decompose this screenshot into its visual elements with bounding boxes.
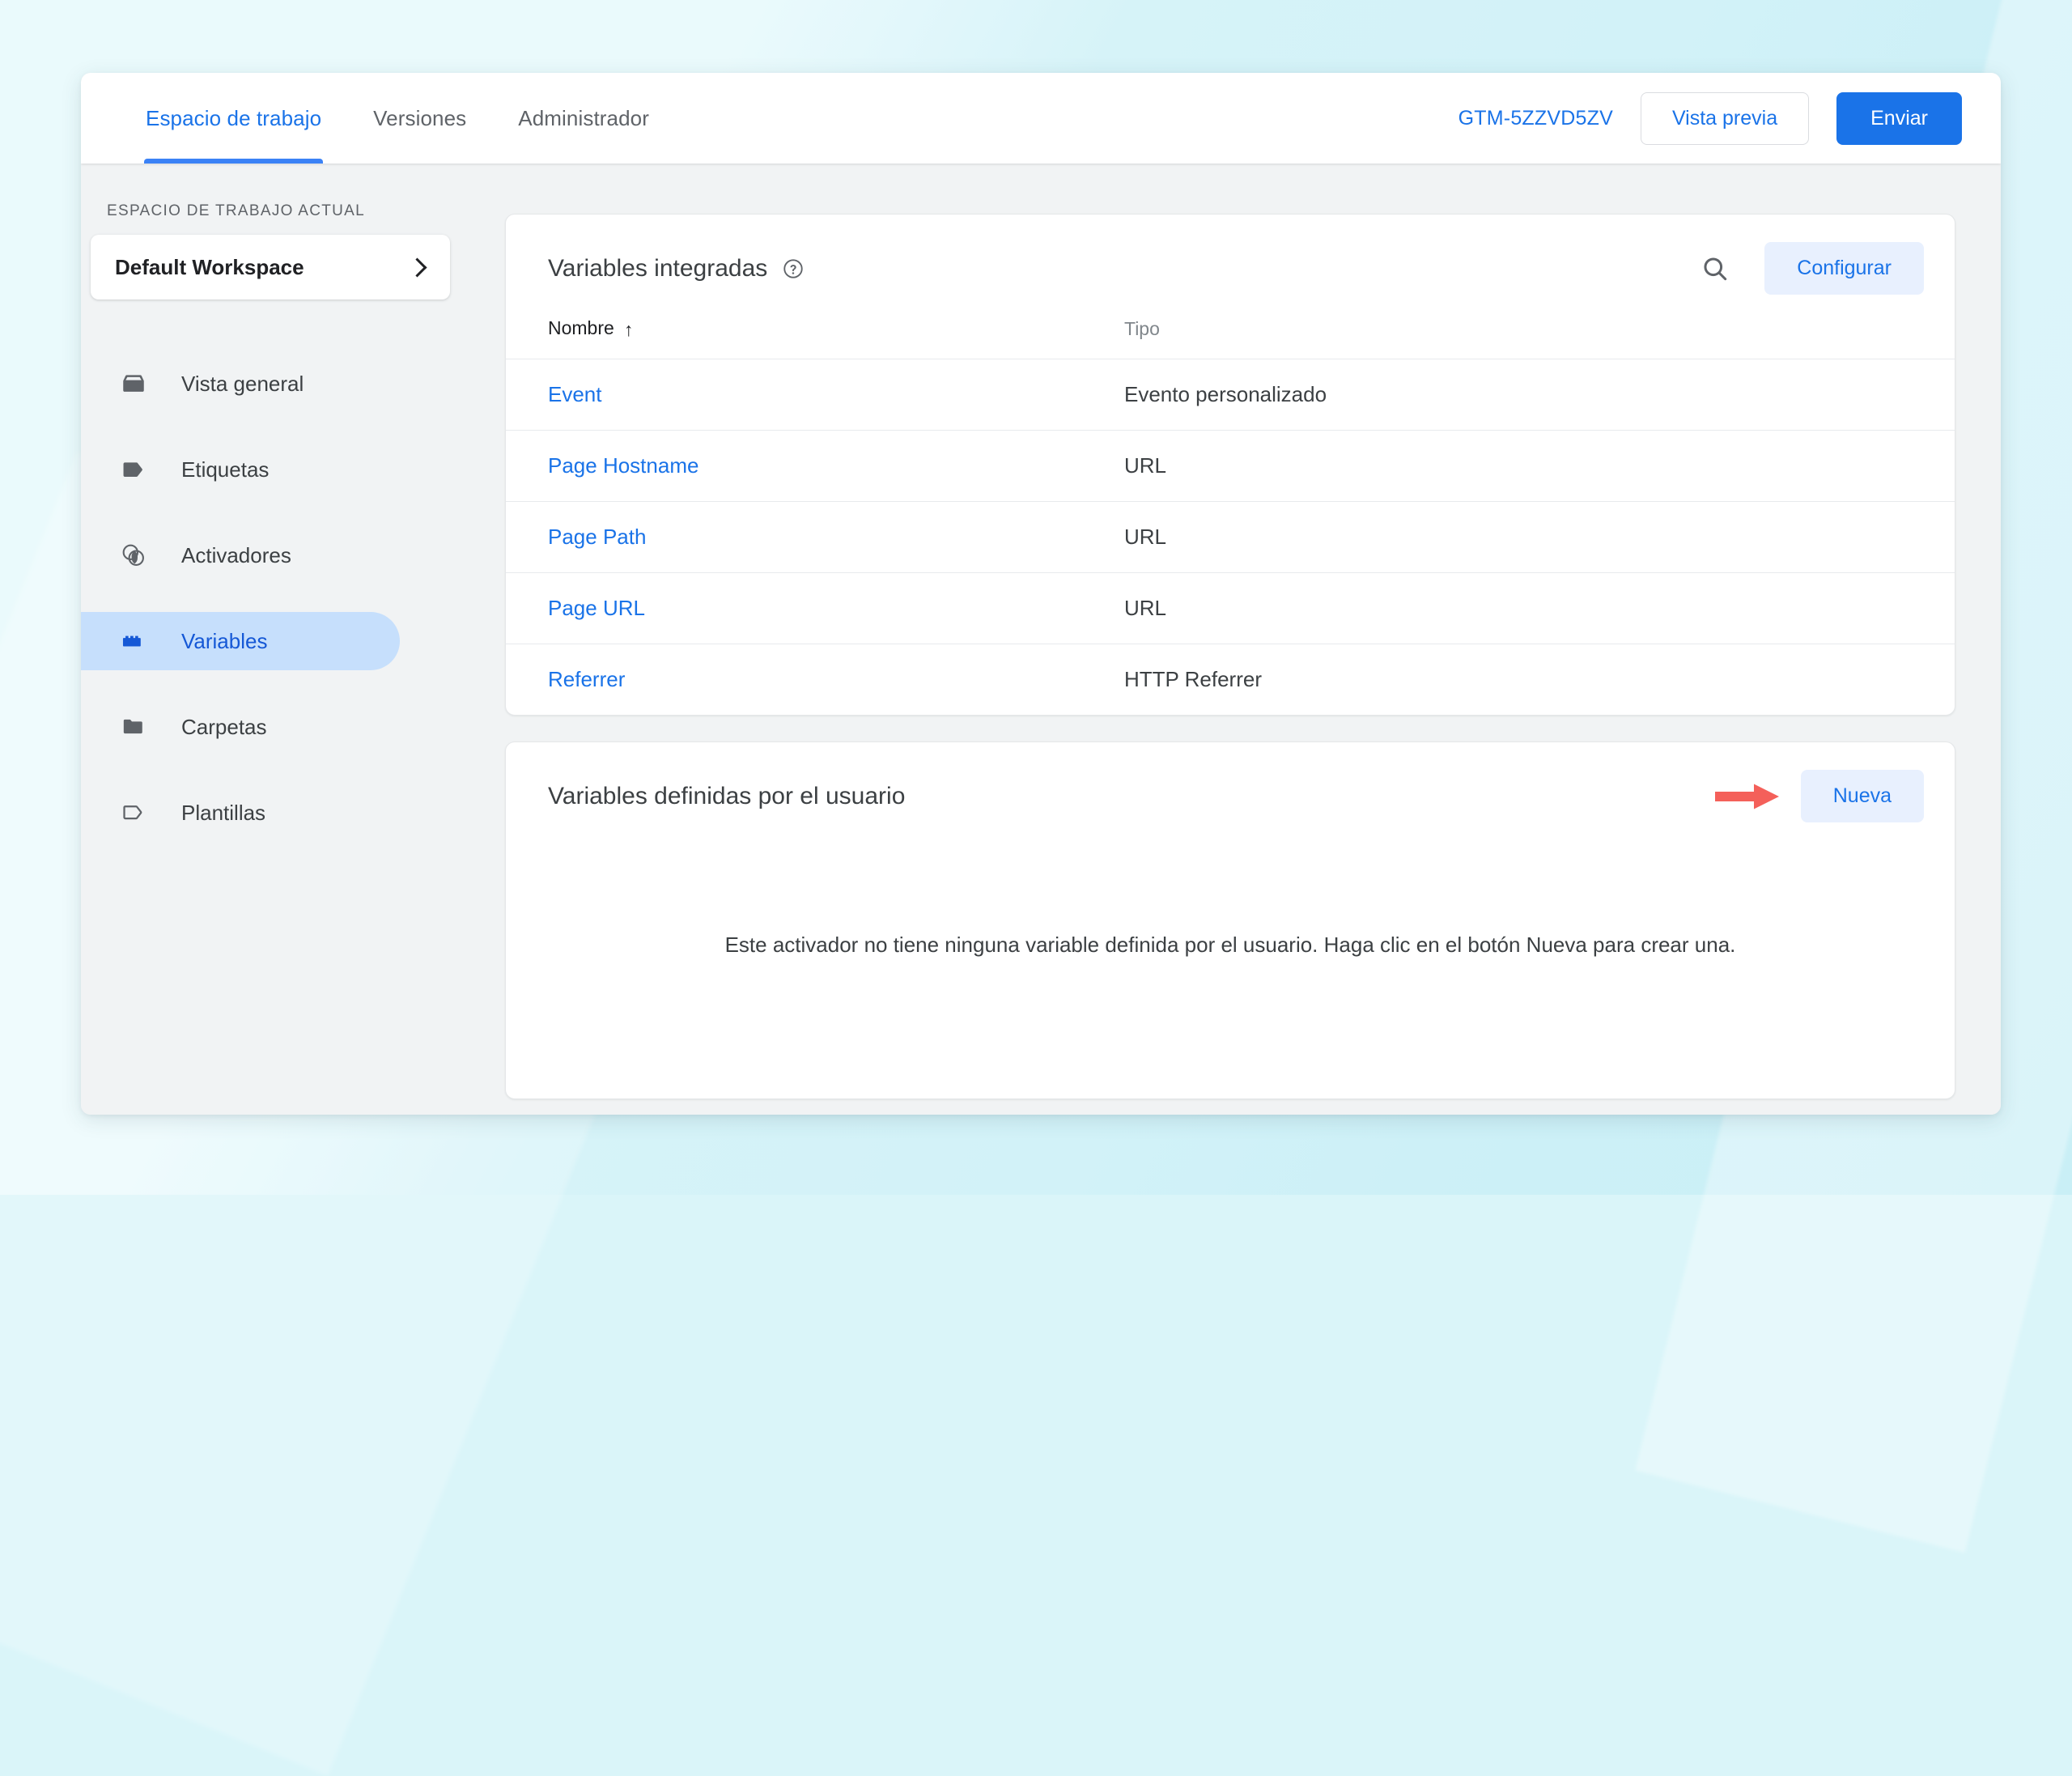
tab-bar: Espacio de trabajo Versiones Administrad…	[81, 73, 675, 164]
template-tag-outline-icon	[120, 799, 147, 826]
variable-link[interactable]: Page Hostname	[548, 453, 698, 478]
variable-type-cell: URL	[1082, 572, 1955, 644]
sidebar-item-variables[interactable]: Variables	[81, 612, 400, 670]
workspace-name: Default Workspace	[115, 254, 304, 279]
chevron-right-icon	[407, 257, 427, 278]
container-id-link[interactable]: GTM-5ZZVD5ZV	[1458, 107, 1613, 130]
sidebar-item-label: Etiquetas	[181, 457, 270, 482]
app-window: Espacio de trabajo Versiones Administrad…	[81, 73, 2001, 1115]
variable-link[interactable]: Referrer	[548, 667, 625, 691]
red-right-arrow-icon	[1714, 780, 1780, 814]
current-workspace-label: ESPACIO DE TRABAJO ACTUAL	[107, 202, 365, 219]
builtin-card-title: Variables integradas	[548, 254, 768, 282]
variable-name-cell: Referrer	[506, 644, 1082, 715]
help-circle-icon[interactable]	[782, 257, 805, 280]
table-body: Event Evento personalizado Page Hostname…	[506, 359, 1955, 715]
top-bar: Espacio de trabajo Versiones Administrad…	[81, 73, 2001, 164]
builtin-variables-card: Variables integradas Configurar Nombre ↑…	[505, 214, 1955, 716]
variable-name-cell: Page Path	[506, 501, 1082, 573]
empty-state-message: Este activador no tiene ninguna variable…	[724, 933, 1736, 957]
user-card-title: Variables definidas por el usuario	[548, 782, 906, 809]
tab-espacio-de-trabajo[interactable]: Espacio de trabajo	[120, 73, 347, 164]
builtin-variables-table: Nombre ↑ Tipo Event Evento personalizado …	[506, 317, 1955, 715]
column-header-nombre[interactable]: Nombre ↑	[506, 317, 1082, 359]
variable-type-cell: HTTP Referrer	[1082, 644, 1955, 715]
variable-type-cell: URL	[1082, 501, 1955, 573]
variable-link[interactable]: Page URL	[548, 596, 645, 620]
sidebar-item-label: Activadores	[181, 542, 291, 567]
sidebar-item-label: Vista general	[181, 371, 304, 396]
new-variable-button[interactable]: Nueva	[1800, 770, 1924, 822]
table-row[interactable]: Event Evento personalizado	[506, 359, 1955, 431]
variable-link[interactable]: Event	[548, 382, 602, 406]
user-card-header: Variables definidas por el usuario Nueva	[506, 742, 1955, 845]
table-header-row: Nombre ↑ Tipo	[506, 317, 1955, 359]
variable-name-cell: Page Hostname	[506, 430, 1082, 502]
sort-ascending-icon: ↑	[623, 319, 634, 340]
brick-icon	[120, 627, 147, 655]
sidebar-nav: Vista general Etiquetas Activadores Vari…	[81, 355, 478, 842]
variable-link[interactable]: Page Path	[548, 525, 646, 549]
trigger-circles-icon	[120, 542, 147, 569]
user-defined-variables-card: Variables definidas por el usuario Nueva…	[505, 741, 1955, 1099]
search-icon[interactable]	[1700, 253, 1730, 284]
workspace-selector[interactable]: Default Workspace	[91, 235, 450, 300]
table-row[interactable]: Page URL URL	[506, 572, 1955, 644]
sidebar-item-carpetas[interactable]: Carpetas	[81, 698, 400, 756]
column-header-label: Nombre	[548, 317, 614, 338]
configure-button[interactable]: Configurar	[1764, 242, 1924, 295]
preview-button[interactable]: Vista previa	[1640, 91, 1810, 145]
table-row[interactable]: Page Path URL	[506, 501, 1955, 573]
sidebar-item-activadores[interactable]: Activadores	[81, 526, 400, 584]
overview-box-icon	[120, 370, 147, 397]
tab-label: Versiones	[373, 105, 467, 130]
variable-type-cell: Evento personalizado	[1082, 359, 1955, 431]
table-row[interactable]: Referrer HTTP Referrer	[506, 644, 1955, 715]
sidebar-item-vista-general[interactable]: Vista general	[81, 355, 400, 413]
variable-name-cell: Page URL	[506, 572, 1082, 644]
tab-label: Espacio de trabajo	[146, 105, 322, 130]
table-row[interactable]: Page Hostname URL	[506, 430, 1955, 502]
workspace-body: ESPACIO DE TRABAJO ACTUAL Default Worksp…	[81, 164, 2001, 1115]
table-header: Nombre ↑ Tipo	[506, 317, 1955, 359]
submit-button[interactable]: Enviar	[1836, 91, 1962, 145]
sidebar-item-etiquetas[interactable]: Etiquetas	[81, 440, 400, 499]
sidebar-item-label: Variables	[181, 628, 268, 653]
sidebar-item-label: Plantillas	[181, 800, 266, 825]
tab-label: Administrador	[518, 105, 649, 130]
sidebar: ESPACIO DE TRABAJO ACTUAL Default Worksp…	[81, 164, 478, 1115]
column-header-tipo[interactable]: Tipo	[1082, 317, 1955, 359]
sidebar-item-label: Carpetas	[181, 714, 267, 739]
builtin-card-header: Variables integradas Configurar	[506, 215, 1955, 317]
tab-versiones[interactable]: Versiones	[347, 73, 492, 164]
main-content: Variables integradas Configurar Nombre ↑…	[478, 164, 2001, 1115]
top-bar-actions: GTM-5ZZVD5ZV Vista previa Enviar	[1458, 91, 2001, 145]
variable-name-cell: Event	[506, 359, 1082, 431]
tag-icon	[120, 456, 147, 483]
folder-icon	[120, 713, 147, 741]
variable-type-cell: URL	[1082, 430, 1955, 502]
tab-active-underline	[144, 159, 324, 164]
tab-administrador[interactable]: Administrador	[492, 73, 675, 164]
sidebar-item-plantillas[interactable]: Plantillas	[81, 784, 400, 842]
